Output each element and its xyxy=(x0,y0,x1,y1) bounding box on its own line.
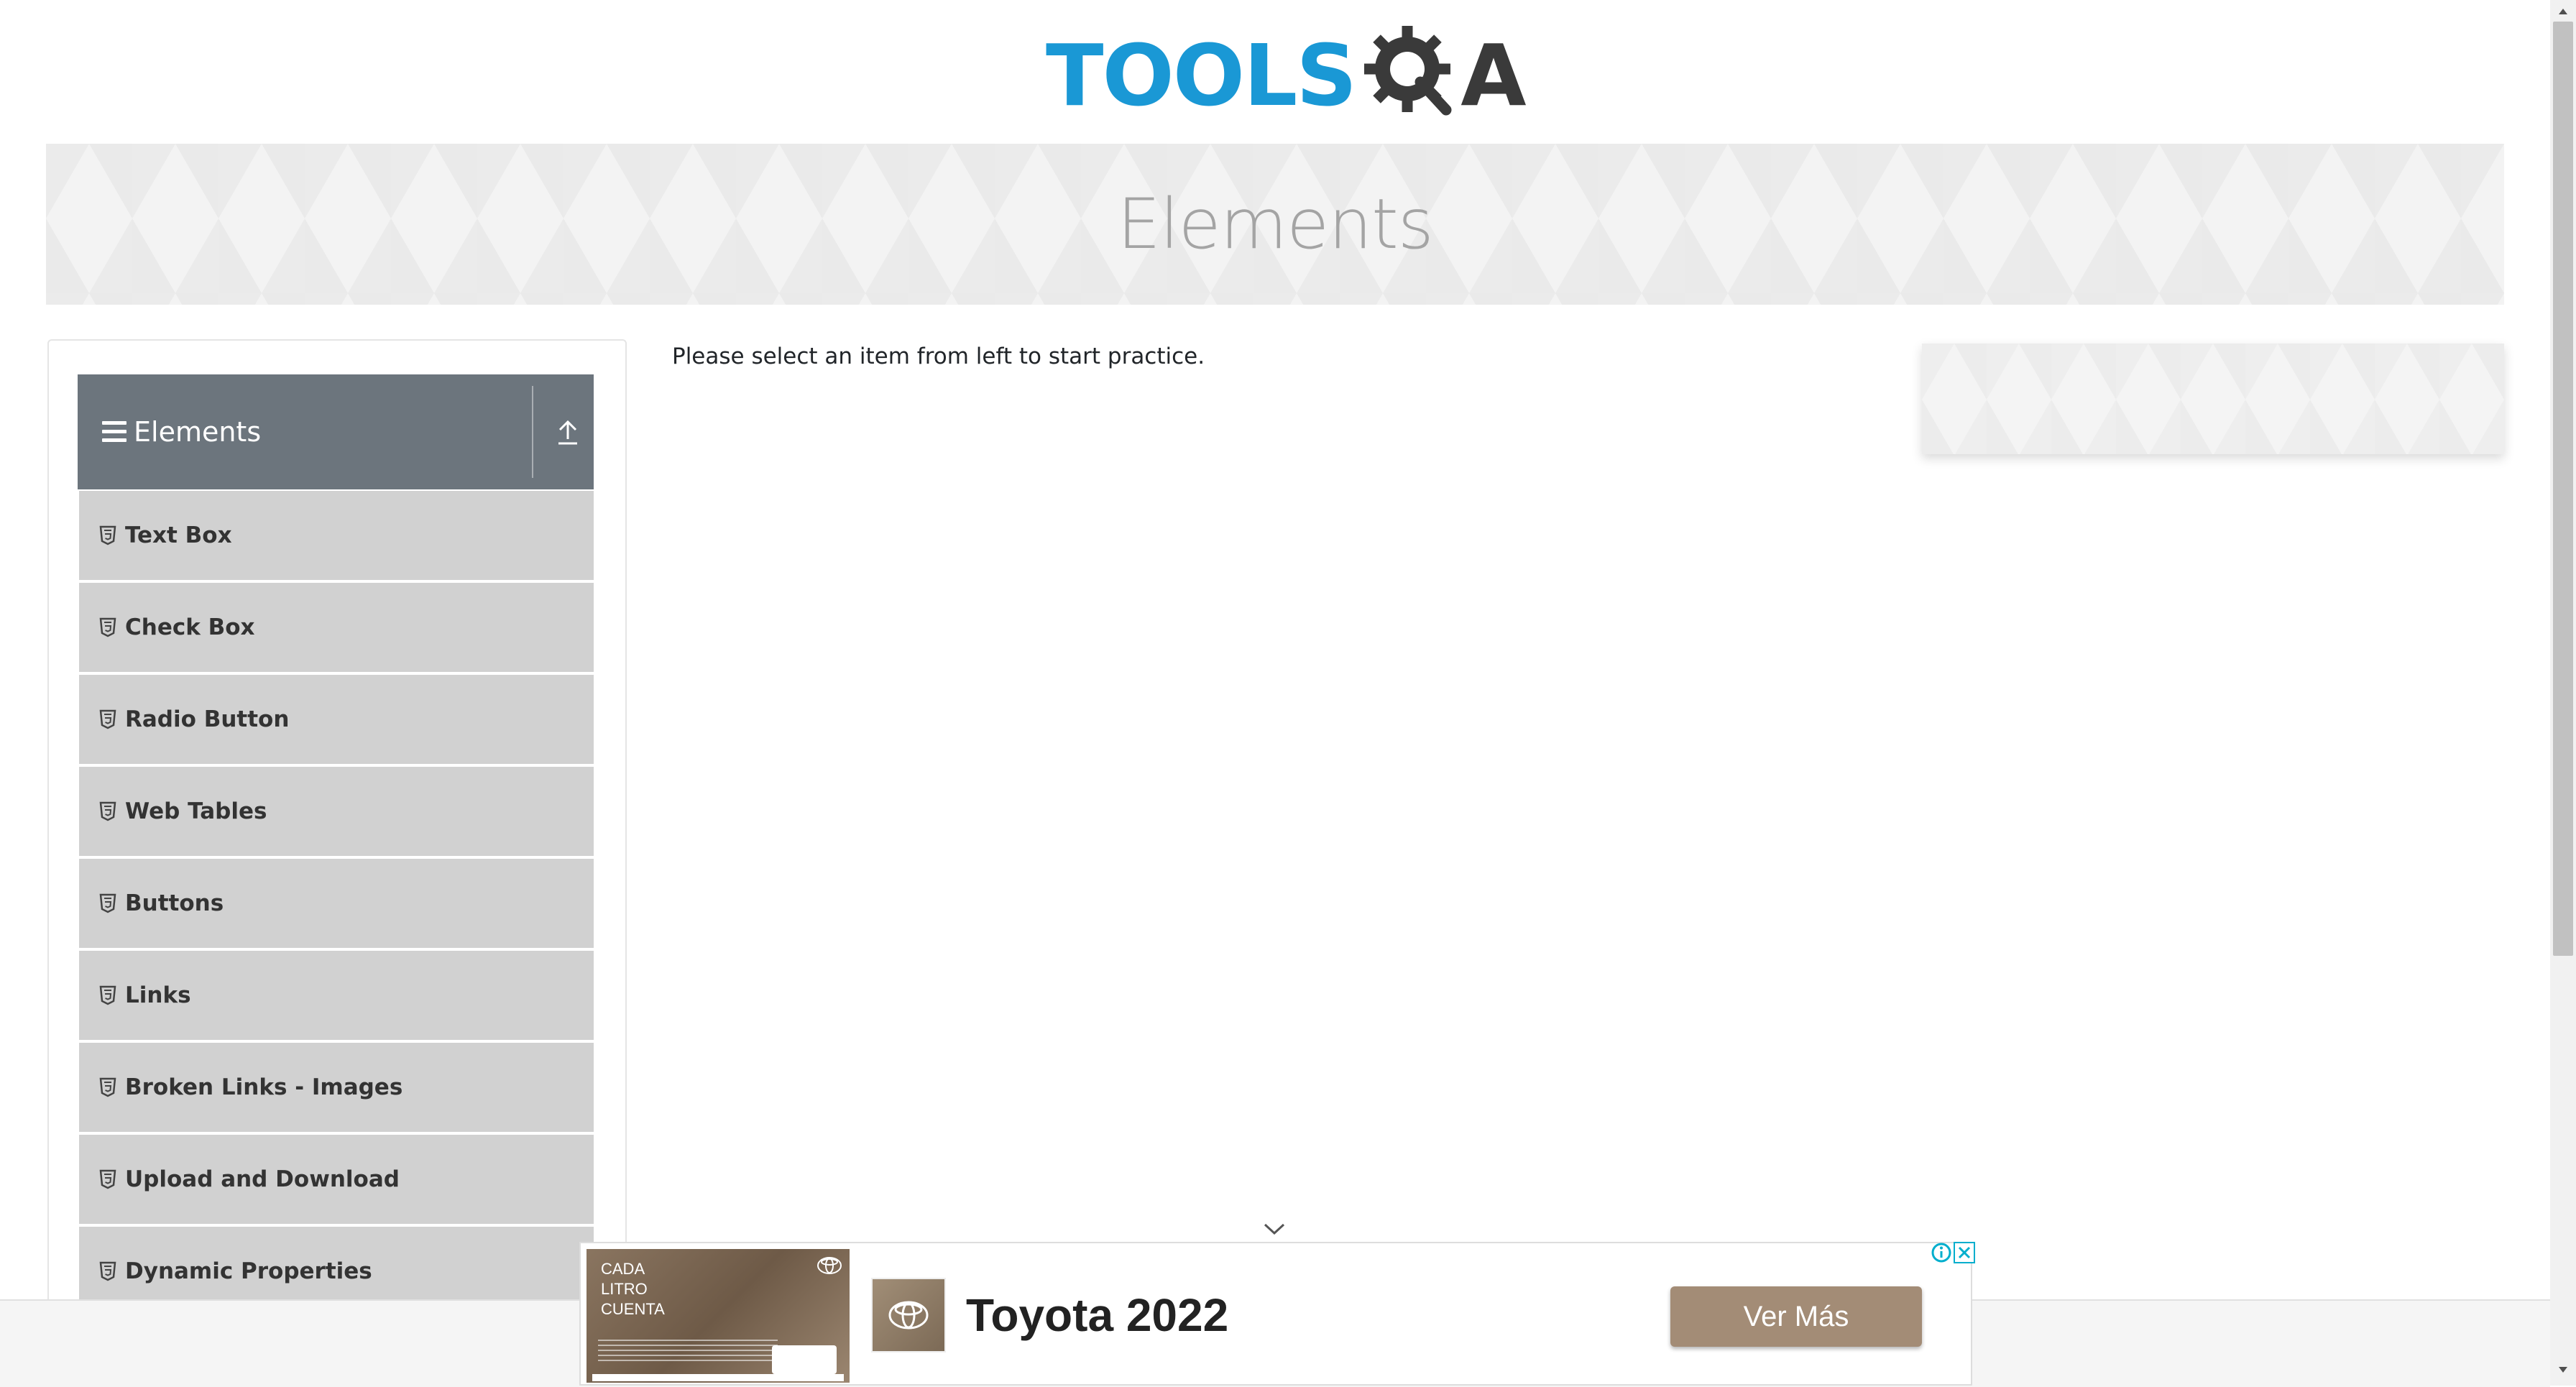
bottom-ad[interactable]: CADA LITRO CUENTA Toyota 2022 Ver Más xyxy=(579,1242,1975,1386)
ad-thumb-line: CUENTA xyxy=(601,1300,665,1318)
html5-icon xyxy=(99,1169,116,1189)
ad-title[interactable]: Toyota 2022 xyxy=(966,1278,1228,1353)
toyota-logo-icon xyxy=(817,1257,842,1274)
ad-thumbnail-text: CADA LITRO CUENTA xyxy=(601,1259,665,1319)
logo-text: TOOLS xyxy=(1046,26,1357,125)
html5-icon xyxy=(99,1261,116,1281)
scrollbar-thumb[interactable] xyxy=(2553,22,2573,956)
ad-thumbnail[interactable]: CADA LITRO CUENTA xyxy=(586,1249,850,1383)
ad-thumb-footer xyxy=(592,1374,844,1381)
logo-suffix: A xyxy=(1460,26,1527,125)
sidebar-item-label: Radio Button xyxy=(125,706,290,732)
sidebar-item-links[interactable]: Links xyxy=(79,951,594,1040)
sidebar-item-check-box[interactable]: Check Box xyxy=(79,583,594,672)
html5-icon xyxy=(99,801,116,821)
close-icon[interactable] xyxy=(1954,1242,1975,1263)
sidebar-item-label: Dynamic Properties xyxy=(125,1258,372,1284)
ad-badge xyxy=(772,1345,837,1374)
sidebar-item-buttons[interactable]: Buttons xyxy=(79,859,594,948)
sidebar-item-label: Upload and Download xyxy=(125,1166,400,1192)
header-divider xyxy=(532,386,533,478)
sidebar-item-label: Web Tables xyxy=(125,798,267,824)
toyota-logo-icon xyxy=(888,1301,929,1330)
html5-icon xyxy=(99,893,116,913)
ad-fine-print xyxy=(598,1337,778,1361)
side-ad-placeholder xyxy=(1922,344,2504,454)
sidebar-item-upload-and-download[interactable]: Upload and Download xyxy=(79,1135,594,1224)
sidebar-item-label: Broken Links - Images xyxy=(125,1074,403,1100)
group-title: Elements xyxy=(134,416,262,448)
scroll-down-arrow-icon[interactable] xyxy=(2557,1365,2569,1374)
html5-icon xyxy=(99,709,116,729)
hamburger-icon xyxy=(102,421,126,443)
sidebar-item-label: Links xyxy=(125,982,191,1008)
toyota-logo[interactable] xyxy=(871,1278,946,1353)
arrow-up-icon xyxy=(558,420,577,445)
page-title: Elements xyxy=(1117,184,1433,264)
sidebar-item-web-tables[interactable]: Web Tables xyxy=(79,767,594,856)
instruction-text: Please select an item from left to start… xyxy=(672,344,1205,369)
collapse-toggle[interactable] xyxy=(552,410,584,453)
elements-menu-list: Text Box Check Box Radio Button Web Tabl… xyxy=(79,491,594,1319)
html5-icon xyxy=(99,617,116,637)
chevron-down-icon[interactable] xyxy=(1262,1222,1287,1236)
vertical-scrollbar[interactable] xyxy=(2550,0,2576,1386)
sidebar-item-label: Check Box xyxy=(125,614,255,640)
page-banner: Elements xyxy=(46,144,2504,305)
ad-cta-button[interactable]: Ver Más xyxy=(1670,1286,1922,1347)
gear-search-icon xyxy=(1364,26,1452,116)
page: TOOLS A Elements Elements Text Box Check… xyxy=(0,0,2550,1387)
elements-group-header[interactable]: Elements xyxy=(78,374,594,489)
info-icon[interactable] xyxy=(1931,1242,1952,1263)
sidebar-item-label: Buttons xyxy=(125,890,224,916)
html5-icon xyxy=(99,985,116,1005)
ad-thumb-line: LITRO xyxy=(601,1280,648,1298)
sidebar-item-label: Text Box xyxy=(125,522,232,548)
ad-thumb-line: CADA xyxy=(601,1260,645,1278)
sidebar-item-radio-button[interactable]: Radio Button xyxy=(79,675,594,764)
sidebar-item-text-box[interactable]: Text Box xyxy=(79,491,594,580)
html5-icon xyxy=(99,1077,116,1097)
toolsqa-logo[interactable]: TOOLS A xyxy=(1046,22,1527,129)
html5-icon xyxy=(99,525,116,545)
scroll-up-arrow-icon[interactable] xyxy=(2557,7,2569,16)
sidebar-item-broken-links-images[interactable]: Broken Links - Images xyxy=(79,1043,594,1132)
